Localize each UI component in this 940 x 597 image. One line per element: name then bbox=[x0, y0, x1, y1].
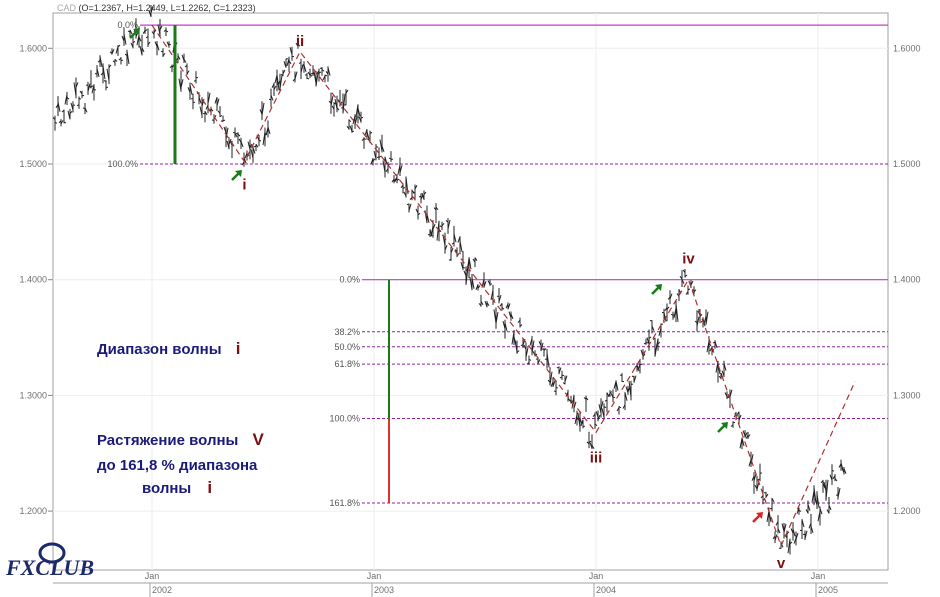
price-bar-close bbox=[363, 138, 367, 140]
x-month-label: Jan bbox=[145, 571, 160, 581]
fib-level-label: 0.0% bbox=[339, 275, 360, 285]
fib-level-label: 61.8% bbox=[334, 359, 360, 369]
fib-level-label: 100.0% bbox=[107, 159, 138, 169]
svg-text:FXCLUB: FXCLUB bbox=[5, 555, 94, 580]
price-bar-open bbox=[535, 358, 539, 360]
price-chart: 0.0% 100.0% 0.0% 38.2% 50.0% 61.8% 100.0% 161.8… bbox=[5, 3, 921, 597]
wave-label-i: i bbox=[242, 177, 246, 194]
x-year-label: 2005 bbox=[818, 585, 838, 595]
fib-level-label: 38.2% bbox=[334, 327, 360, 337]
x-month-label: Jan bbox=[811, 571, 826, 581]
price-bar-open bbox=[211, 119, 215, 122]
price-bar-close bbox=[168, 43, 172, 46]
price-bar-open bbox=[160, 50, 164, 53]
price-bar-close bbox=[555, 386, 559, 389]
fib-level-label: 0.0% bbox=[117, 20, 138, 30]
y-tick-label-right: 1.5000 bbox=[893, 159, 921, 169]
y-tick-label-right: 1.3000 bbox=[893, 390, 921, 400]
price-bar-open bbox=[541, 348, 545, 351]
extension-annotation-line2: до 161,8 % диапазона bbox=[97, 457, 258, 474]
price-bar-open bbox=[691, 289, 695, 291]
price-bar-open bbox=[670, 313, 674, 316]
price-bar-close bbox=[324, 74, 328, 77]
price-bar-open bbox=[235, 132, 239, 135]
fib-level-label: 161.8% bbox=[329, 498, 360, 508]
price-bar-close bbox=[93, 89, 97, 91]
price-bar-close bbox=[759, 472, 763, 474]
x-year-label: 2002 bbox=[152, 585, 172, 595]
x-month-label: Jan bbox=[589, 571, 604, 581]
price-bar-close bbox=[582, 425, 586, 428]
wave-label-ii: ii bbox=[296, 33, 304, 50]
x-year-label: 2004 bbox=[596, 585, 616, 595]
y-tick-label-right: 1.2000 bbox=[893, 506, 921, 516]
chart-header: CAD (O=1.2367, H=1.2449, L=1.2262, C=1.2… bbox=[57, 3, 256, 13]
price-bar-close bbox=[639, 363, 643, 366]
range-annotation: Диапазон волны i bbox=[97, 339, 240, 358]
wave-label-v: v bbox=[777, 555, 786, 572]
price-bar-close bbox=[462, 266, 466, 269]
price-bar-open bbox=[388, 157, 392, 160]
price-bar-open bbox=[310, 72, 314, 75]
y-tick-label-right: 1.4000 bbox=[893, 275, 921, 285]
price-bar-close bbox=[612, 396, 616, 399]
price-bar-open bbox=[769, 507, 773, 510]
y-tick-label-left: 1.2000 bbox=[19, 506, 47, 516]
fib-level-label: 50.0% bbox=[334, 342, 360, 352]
fib-level-label: 100.0% bbox=[329, 414, 360, 424]
y-tick-label-left: 1.6000 bbox=[19, 43, 47, 53]
price-bar-open bbox=[280, 74, 284, 76]
x-year-label: 2003 bbox=[374, 585, 394, 595]
wave-label-iii: iii bbox=[590, 449, 603, 466]
y-tick-label-right: 1.6000 bbox=[893, 43, 921, 53]
x-month-label: Jan bbox=[367, 571, 382, 581]
extension-annotation-line1: Растяжение волны V bbox=[97, 430, 265, 449]
y-tick-label-left: 1.3000 bbox=[19, 390, 47, 400]
y-tick-label-left: 1.5000 bbox=[19, 159, 47, 169]
wave-label-iv: iv bbox=[682, 251, 695, 268]
y-tick-label-left: 1.4000 bbox=[19, 275, 47, 285]
price-bar-close bbox=[222, 119, 226, 122]
price-bar-open bbox=[94, 73, 98, 75]
